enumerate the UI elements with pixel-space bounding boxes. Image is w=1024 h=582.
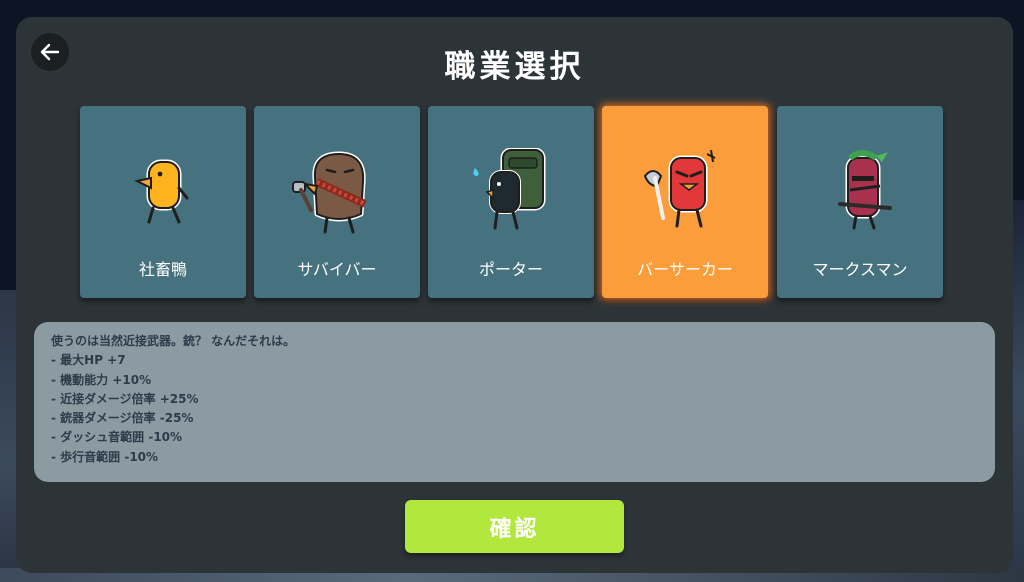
backpack-porter-duck-icon bbox=[473, 148, 546, 230]
brown-survivor-duck-icon bbox=[292, 151, 367, 234]
confirm-button[interactable]: 確認 bbox=[405, 500, 624, 553]
class-card-label: サバイバー bbox=[297, 260, 377, 279]
class-card-shachiku-kamo[interactable]: 社畜鴨 bbox=[80, 106, 246, 298]
class-card-porter[interactable]: ポーター bbox=[428, 106, 594, 298]
class-card-label: ポーター bbox=[478, 260, 543, 279]
description-stat-line: - 最大HP +7 bbox=[51, 353, 126, 368]
description-stat-line: - 歩行音範囲 -10% bbox=[51, 449, 159, 464]
description-stat-line: - ダッシュ音範囲 -10% bbox=[51, 430, 183, 445]
class-description-text: 使うのは当然近接武器。銃？ なんだそれは。 - 最大HP +7 - 機動能力 +… bbox=[51, 332, 295, 467]
class-card-marksman[interactable]: マークスマン bbox=[777, 106, 943, 298]
class-card-survivor[interactable]: サバイバー bbox=[254, 106, 420, 298]
description-stat-line: - 機動能力 +10% bbox=[51, 372, 152, 387]
marksman-duck-icon bbox=[838, 150, 892, 230]
page-title: 職業選択 bbox=[444, 49, 585, 85]
yellow-duck-icon bbox=[134, 159, 189, 224]
class-description-box: 使うのは当然近接武器。銃？ なんだそれは。 - 最大HP +7 - 機動能力 +… bbox=[34, 322, 995, 482]
class-card-berserker[interactable]: バーサーカー bbox=[602, 106, 768, 298]
class-card-label: 社畜鴨 bbox=[138, 260, 187, 279]
description-stat-line: - 銃器ダメージ倍率 -25% bbox=[51, 411, 194, 426]
description-flavor-text: 使うのは当然近接武器。銃？ なんだそれは。 bbox=[51, 334, 296, 348]
class-card-label: マークスマン bbox=[812, 260, 908, 279]
red-berserker-duck-icon bbox=[643, 149, 716, 228]
class-selection-panel: 職業選択 社畜鴨 サバイバー ポーター バーサーカー マークスマン 使うのは当然… bbox=[16, 17, 1013, 573]
description-stat-line: - 近接ダメージ倍率 +25% bbox=[51, 391, 199, 406]
class-card-label: バーサーカー bbox=[637, 260, 733, 279]
